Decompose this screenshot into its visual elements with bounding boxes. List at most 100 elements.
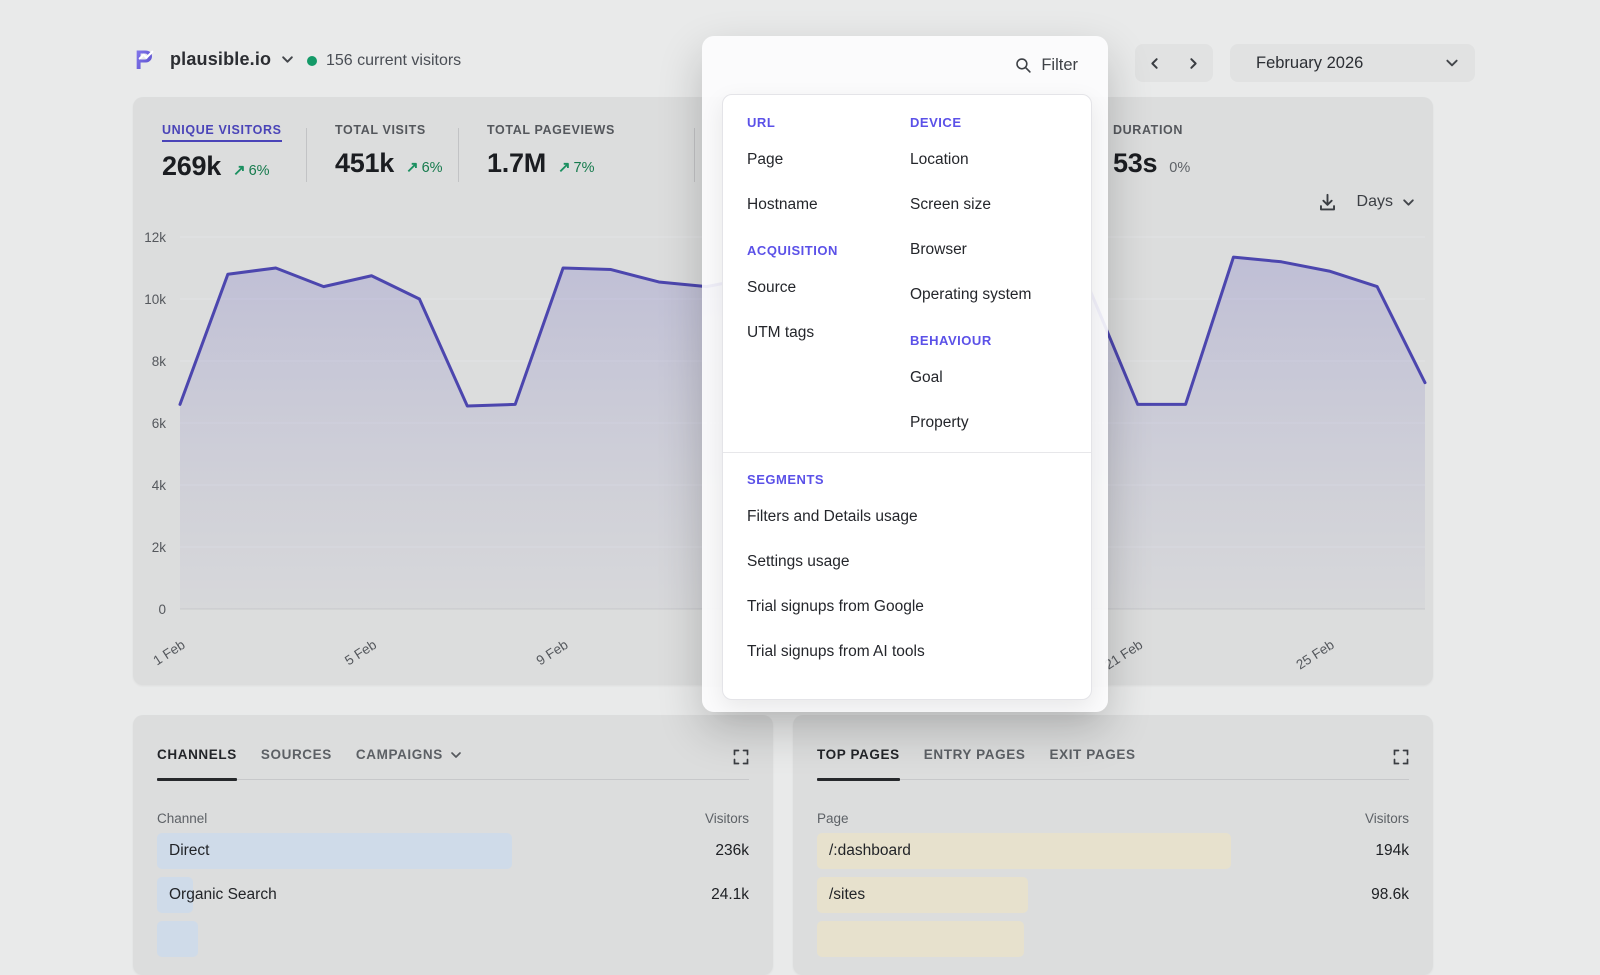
stat-value: 53s — [1113, 148, 1157, 179]
current-visitors[interactable]: 156 current visitors — [307, 52, 461, 70]
y-tick-label-2k: 2k — [152, 540, 167, 555]
filter-item-screen-size[interactable]: Screen size — [910, 182, 1073, 227]
stat-delta: ↗6% — [406, 158, 443, 176]
tab-campaigns[interactable]: CAMPAIGNS — [356, 747, 462, 779]
up-right-arrow-icon: ↗ — [233, 161, 246, 179]
row-value: 24.1k — [711, 886, 749, 904]
tab-exit-pages[interactable]: EXIT PAGES — [1049, 747, 1135, 779]
row-label: Organic Search — [169, 886, 277, 904]
filter-item-hostname[interactable]: Hostname — [747, 182, 910, 227]
filter-item-browser[interactable]: Browser — [910, 227, 1073, 272]
stat-value-row: 1.7M ↗7% — [487, 148, 615, 179]
stat-label: DURATION — [1113, 123, 1183, 137]
filter-item-source[interactable]: Source — [747, 265, 910, 310]
stat-value: 1.7M — [487, 148, 546, 179]
segment-item-filters-and-details-usage[interactable]: Filters and Details usage — [747, 494, 1073, 539]
stat-delta-value: 6% — [249, 163, 270, 179]
svg-text:P: P — [135, 46, 153, 73]
row-label: Direct — [169, 842, 209, 860]
column-header-visitors: Visitors — [705, 811, 749, 826]
tab-sources[interactable]: SOURCES — [261, 747, 332, 779]
row-bar — [157, 833, 512, 869]
x-tick-label-1-feb: 1 Feb — [151, 637, 188, 668]
filter-columns: URLPageHostname ACQUISITIONSourceUTM tags… — [747, 107, 1073, 445]
stat-value: 451k — [335, 148, 394, 179]
filter-search-label: Filter — [1041, 56, 1078, 75]
expand-icon[interactable] — [733, 749, 749, 765]
filter-group-url: URL — [747, 107, 910, 137]
y-tick-label-12k: 12k — [144, 230, 166, 245]
segment-item-trial-signups-from-google[interactable]: Trial signups from Google — [747, 584, 1073, 629]
stat-unique-visitors[interactable]: UNIQUE VISITORS269k↗6% — [162, 121, 282, 182]
segment-item-settings-usage[interactable]: Settings usage — [747, 539, 1073, 584]
date-range-label: February 2026 — [1256, 54, 1363, 73]
stat-value-row: 53s 0% — [1113, 148, 1190, 179]
y-tick-label-10k: 10k — [144, 292, 166, 307]
date-range-dropdown[interactable]: February 2026 — [1230, 44, 1475, 82]
tab-top-pages[interactable]: TOP PAGES — [817, 747, 900, 779]
stat-value-row: 269k↗6% — [162, 151, 282, 182]
table-row-partial — [157, 921, 749, 957]
x-tick-label-9-feb: 9 Feb — [534, 637, 571, 668]
chevron-down-icon — [281, 53, 294, 66]
next-period-button[interactable] — [1175, 44, 1213, 82]
filter-item-utm-tags[interactable]: UTM tags — [747, 310, 910, 355]
table-row-organic-search[interactable]: Organic Search 24.1k — [157, 877, 749, 913]
filter-group-acquisition: ACQUISITION — [747, 235, 910, 265]
column-header-page: Page — [817, 811, 849, 826]
channels-card: CHANNELS SOURCES CAMPAIGNS Channel Visitors… — [133, 715, 773, 975]
stat-delta: ↗7% — [558, 158, 595, 176]
filter-item-operating-system[interactable]: Operating system — [910, 272, 1073, 317]
stat-delta: ↗6% — [233, 161, 270, 179]
expand-icon[interactable] — [1393, 749, 1409, 765]
interval-dropdown[interactable]: Days — [1357, 193, 1415, 211]
filter-column-right: DEVICELocationScreen sizeBrowserOperatin… — [910, 107, 1073, 445]
prev-period-button[interactable] — [1136, 44, 1174, 82]
filter-item-goal[interactable]: Goal — [910, 355, 1073, 400]
filter-item-property[interactable]: Property — [910, 400, 1073, 445]
stat-delta: 0% — [1169, 160, 1190, 176]
stat-duration[interactable]: DURATION 53s 0% — [1113, 121, 1190, 179]
stat-total-visits[interactable]: TOTAL VISITS451k↗6% — [335, 121, 443, 179]
download-icon[interactable] — [1318, 193, 1337, 212]
pages-column-headers: PageVisitors — [817, 811, 1409, 826]
chevron-down-icon — [1445, 56, 1459, 70]
segments-section: SEGMENTSFilters and Details usageSetting… — [747, 464, 1073, 674]
stat-delta-value: 7% — [574, 160, 595, 176]
filter-item-location[interactable]: Location — [910, 137, 1073, 182]
x-tick-label-5-feb: 5 Feb — [342, 637, 379, 668]
table-row-sites[interactable]: /sites98.6k — [817, 877, 1409, 913]
tab-channels[interactable]: CHANNELS — [157, 747, 237, 779]
stat-value-row: 451k ↗6% — [335, 148, 443, 179]
y-tick-label-4k: 4k — [152, 478, 167, 493]
filter-modal: Filter URLPageHostname ACQUISITIONSourceU… — [702, 36, 1108, 712]
stat-divider — [694, 128, 695, 182]
filter-column-left: URLPageHostname ACQUISITIONSourceUTM tags — [747, 107, 910, 445]
table-row-direct[interactable]: Direct236k — [157, 833, 749, 869]
stat-total-pageviews[interactable]: TOTAL PAGEVIEWS1.7M↗7% — [487, 121, 615, 179]
search-icon — [1015, 57, 1032, 74]
x-tick-label-21-feb: 21 Feb — [1102, 637, 1145, 672]
site-switcher[interactable]: P plausible.io — [133, 46, 294, 73]
stat-divider — [306, 128, 307, 182]
table-row-dashboard[interactable]: /:dashboard194k — [817, 833, 1409, 869]
interval-controls: Days — [1318, 189, 1415, 215]
y-tick-label-8k: 8k — [152, 354, 167, 369]
tab-entry-pages[interactable]: ENTRY PAGES — [924, 747, 1026, 779]
filter-item-page[interactable]: Page — [747, 137, 910, 182]
pages-rows: /:dashboard194k/sites98.6k — [817, 833, 1409, 965]
filter-dropdown: URLPageHostname ACQUISITIONSourceUTM tags… — [722, 94, 1092, 700]
interval-label: Days — [1357, 193, 1393, 211]
stat-divider — [458, 128, 459, 182]
filter-group-segments: SEGMENTS — [747, 464, 1073, 494]
segment-item-trial-signups-from-ai-tools[interactable]: Trial signups from AI tools — [747, 629, 1073, 674]
site-name: plausible.io — [170, 49, 271, 70]
up-right-arrow-icon: ↗ — [558, 158, 571, 176]
filter-search-input[interactable]: Filter — [1015, 56, 1078, 75]
channels-column-headers: Channel Visitors — [157, 811, 749, 826]
column-header-channel: Channel — [157, 811, 207, 826]
current-visitors-label: 156 current visitors — [326, 52, 461, 70]
pages-card: TOP PAGES ENTRY PAGES EXIT PAGES PageVisit… — [793, 715, 1433, 975]
live-dot-icon — [307, 56, 317, 66]
y-tick-label-6k: 6k — [152, 416, 167, 431]
